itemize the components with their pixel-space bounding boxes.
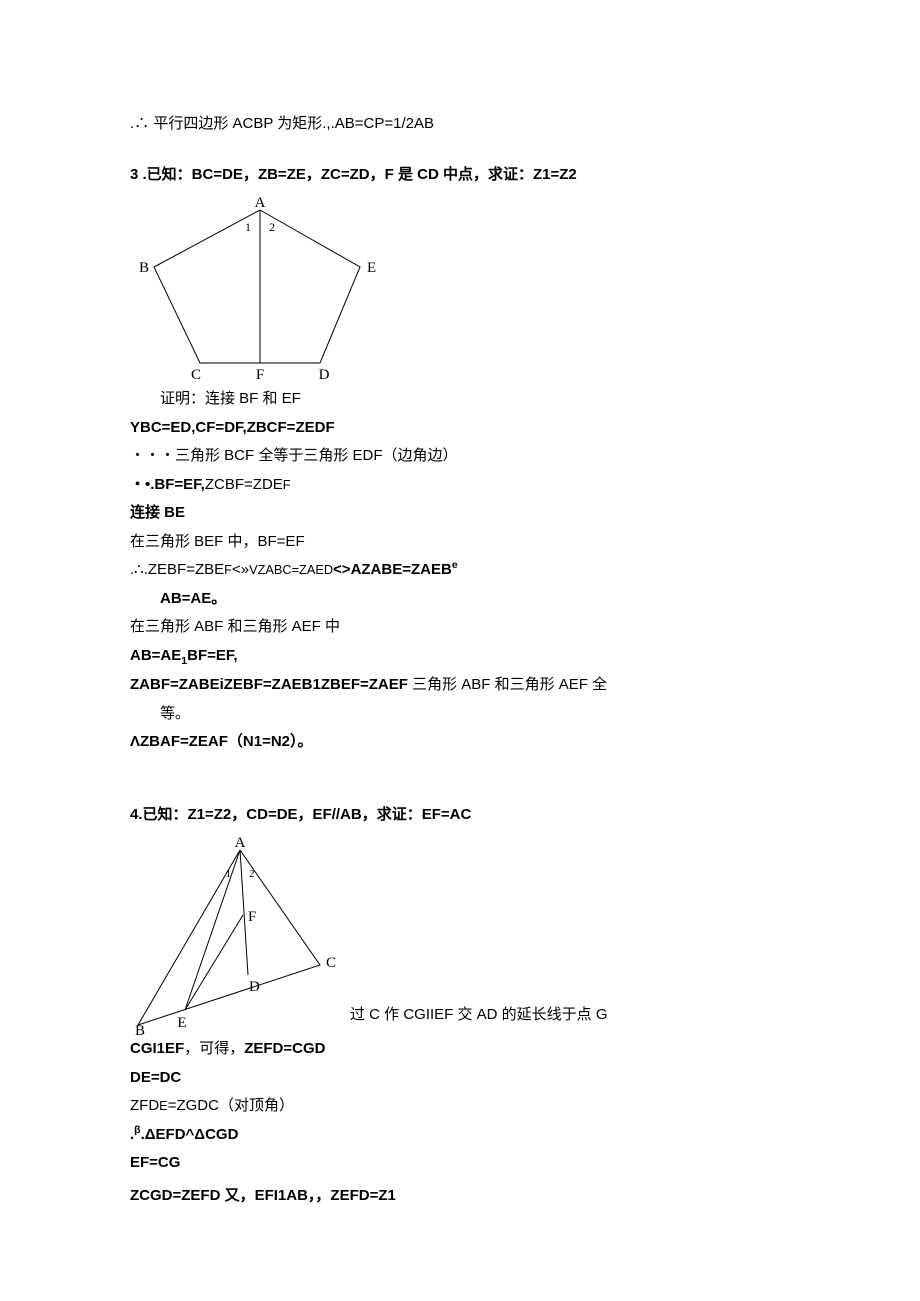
proof-line: ・・・三角形 BCF 全等于三角形 EDF（边角边） [130, 442, 790, 471]
label-2: 2 [269, 220, 275, 234]
pentagon-diagram: A 1 2 B E C F D [130, 195, 390, 385]
label-E: E [177, 1015, 186, 1031]
figure-2-row: A 1 2 F C D E B 过 C 作 CGIIEF 交 AD 的延长线于点… [130, 829, 790, 1035]
label-B: B [139, 260, 149, 276]
proof-line: ΛZBAF=ZEAF（N1=N2）。 [130, 728, 790, 757]
proof-line: AB=AE1BF=EF, [130, 642, 790, 672]
label-D: D [249, 979, 260, 995]
proof-line: DE=DC [130, 1064, 790, 1093]
triangle-diagram: A 1 2 F C D E B [130, 835, 340, 1035]
page: .∴ 平行四边形 ACBP 为矩形.,.AB=CP=1/2AB 3 .已知：BC… [0, 0, 920, 1301]
label-2: 2 [249, 868, 255, 880]
label-B: B [135, 1023, 145, 1035]
proof-line: 在三角形 BEF 中，BF=EF [130, 528, 790, 557]
proof-line: CGI1EF，可得，ZEFD=CGD [130, 1035, 790, 1064]
label-F: F [256, 367, 264, 383]
label-1: 1 [226, 868, 232, 880]
proof-line: 等。 [130, 700, 790, 729]
proof-line: 过 C 作 CGIIEF 交 AD 的延长线于点 G [350, 1001, 608, 1030]
figure-2: A 1 2 F C D E B [130, 835, 340, 1035]
problem-4-statement: 4.已知：Z1=Z2，CD=DE，EF//AB，求证：EF=AC [130, 801, 790, 830]
label-A: A [235, 835, 246, 851]
label-1: 1 [245, 220, 251, 234]
label-A: A [255, 195, 266, 211]
proof-line: .∴.ZEBF=ZBEF<»VZABC=ZAED<>AZABE=ZAEBe [130, 556, 790, 585]
label-C: C [326, 955, 336, 971]
problem-3-statement: 3 .已知：BC=DE，ZB=ZE，ZC=ZD，F 是 CD 中点，求证：Z1=… [130, 161, 790, 190]
proof-line: ・•.BF=EF,ZCBF=ZDEF [130, 471, 790, 500]
proof-line: EF=CG [130, 1149, 790, 1178]
proof-line: ZFDE=ZGDC（对顶角） [130, 1092, 790, 1121]
proof-line: 证明：连接 BF 和 EF [130, 385, 790, 414]
label-E: E [367, 260, 376, 276]
label-F: F [248, 909, 256, 925]
label-C: C [191, 367, 201, 383]
proof-line: ZCGD=ZEFD 又，EFI1AB，，ZEFD=Z1 [130, 1182, 790, 1211]
proof-line: .β.ΔEFD^ΔCGD [130, 1121, 790, 1150]
proof-line: 在三角形 ABF 和三角形 AEF 中 [130, 613, 790, 642]
proof-line: YBC=ED,CF=DF,ZBCF=ZEDF [130, 414, 790, 443]
label-D: D [319, 367, 330, 383]
figure-1: A 1 2 B E C F D [130, 195, 790, 385]
proof-line: ZABF=ZABEiZEBF=ZAEB1ZBEF=ZAEF 三角形 ABF 和三… [130, 671, 790, 700]
proof-line: 连接 BE [130, 499, 790, 528]
proof-line: AB=AE。 [130, 585, 790, 614]
text-line: .∴ 平行四边形 ACBP 为矩形.,.AB=CP=1/2AB [130, 110, 790, 139]
